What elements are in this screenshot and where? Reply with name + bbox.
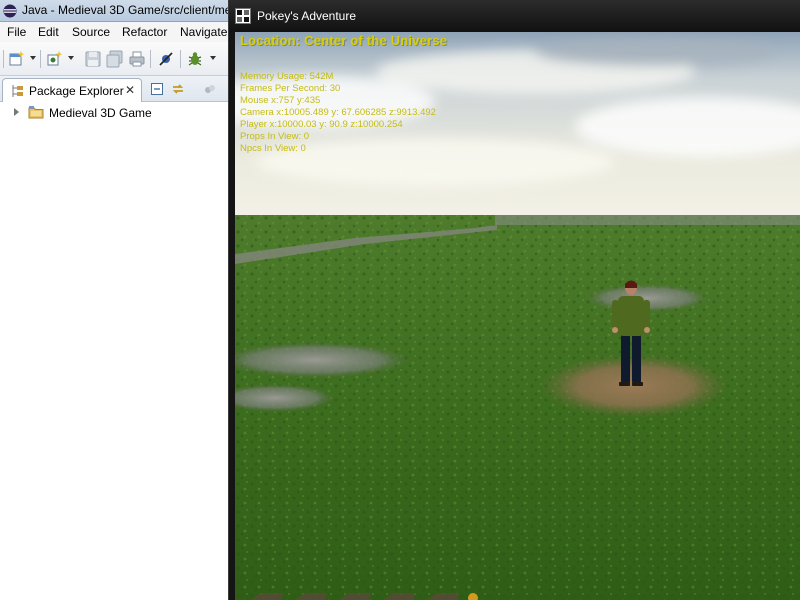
npcs-in-view: Npcs In View: 0 <box>240 143 306 154</box>
project-label: Medieval 3D Game <box>49 106 152 120</box>
eclipse-title: Java - Medieval 3D Game/src/client/me <box>22 3 232 17</box>
game-title-bar[interactable]: Pokey's Adventure <box>229 0 800 32</box>
props-in-view: Props In View: 0 <box>240 131 310 142</box>
package-explorer-icon <box>12 85 23 97</box>
game-window: Pokey's Adventure Location: Center of th… <box>228 0 800 600</box>
java-window-icon <box>235 8 251 24</box>
expand-arrow-icon[interactable] <box>14 108 19 116</box>
save-icon[interactable] <box>84 50 102 68</box>
player-coords: Player x:10000.03 y: 90.9 z:10000.254 <box>240 119 403 130</box>
game-window-title: Pokey's Adventure <box>257 9 357 23</box>
collapse-all-icon[interactable] <box>150 82 164 96</box>
frames-per-second: Frames Per Second: 30 <box>240 83 341 94</box>
view-menu-icon[interactable] <box>203 82 217 96</box>
location-label: Location: Center of the Universe <box>240 33 448 48</box>
memory-usage: Memory Usage: 542M <box>240 71 334 82</box>
tree-item-project[interactable]: Medieval 3D Game <box>12 105 222 123</box>
menu-edit[interactable]: Edit <box>38 25 59 39</box>
grass-texture <box>235 215 800 600</box>
distant-road <box>495 215 800 225</box>
menu-source[interactable]: Source <box>72 25 110 39</box>
game-viewport[interactable]: Location: Center of the Universe Memory … <box>235 32 800 600</box>
toolbar-separator <box>150 50 151 68</box>
print-icon[interactable] <box>128 50 146 68</box>
project-folder-icon <box>28 106 44 119</box>
debug-dropdown[interactable] <box>210 56 216 60</box>
new-wizard-icon[interactable] <box>8 50 26 68</box>
new-type-dropdown[interactable] <box>68 56 74 60</box>
package-explorer-panel: Package Explorer ✕ Medieval 3D Game <box>0 76 230 600</box>
menu-file[interactable]: File <box>7 25 26 39</box>
menu-refactor[interactable]: Refactor <box>122 25 167 39</box>
new-type-icon[interactable] <box>46 50 64 68</box>
eclipse-icon <box>3 4 17 18</box>
link-with-editor-icon[interactable] <box>171 82 185 96</box>
tab-package-explorer[interactable]: Package Explorer ✕ <box>2 78 142 102</box>
camera-coords: Camera x:10005.489 y: 67.606285 z:9913.4… <box>240 107 436 118</box>
save-all-icon[interactable] <box>106 50 124 68</box>
package-explorer-label: Package Explorer <box>29 84 124 98</box>
package-explorer-tabbar: Package Explorer ✕ <box>0 76 230 102</box>
toolbar-separator <box>40 50 41 68</box>
close-icon[interactable]: ✕ <box>125 83 135 97</box>
debug-icon[interactable] <box>186 50 204 68</box>
skip-breakpoints-icon[interactable] <box>157 50 175 68</box>
toolbar-separator <box>180 50 181 68</box>
mouse-coords: Mouse x:757 y:435 <box>240 95 321 106</box>
new-wizard-dropdown[interactable] <box>30 56 36 60</box>
toolbar-grip <box>3 50 4 68</box>
menu-navigate[interactable]: Navigate <box>180 25 227 39</box>
